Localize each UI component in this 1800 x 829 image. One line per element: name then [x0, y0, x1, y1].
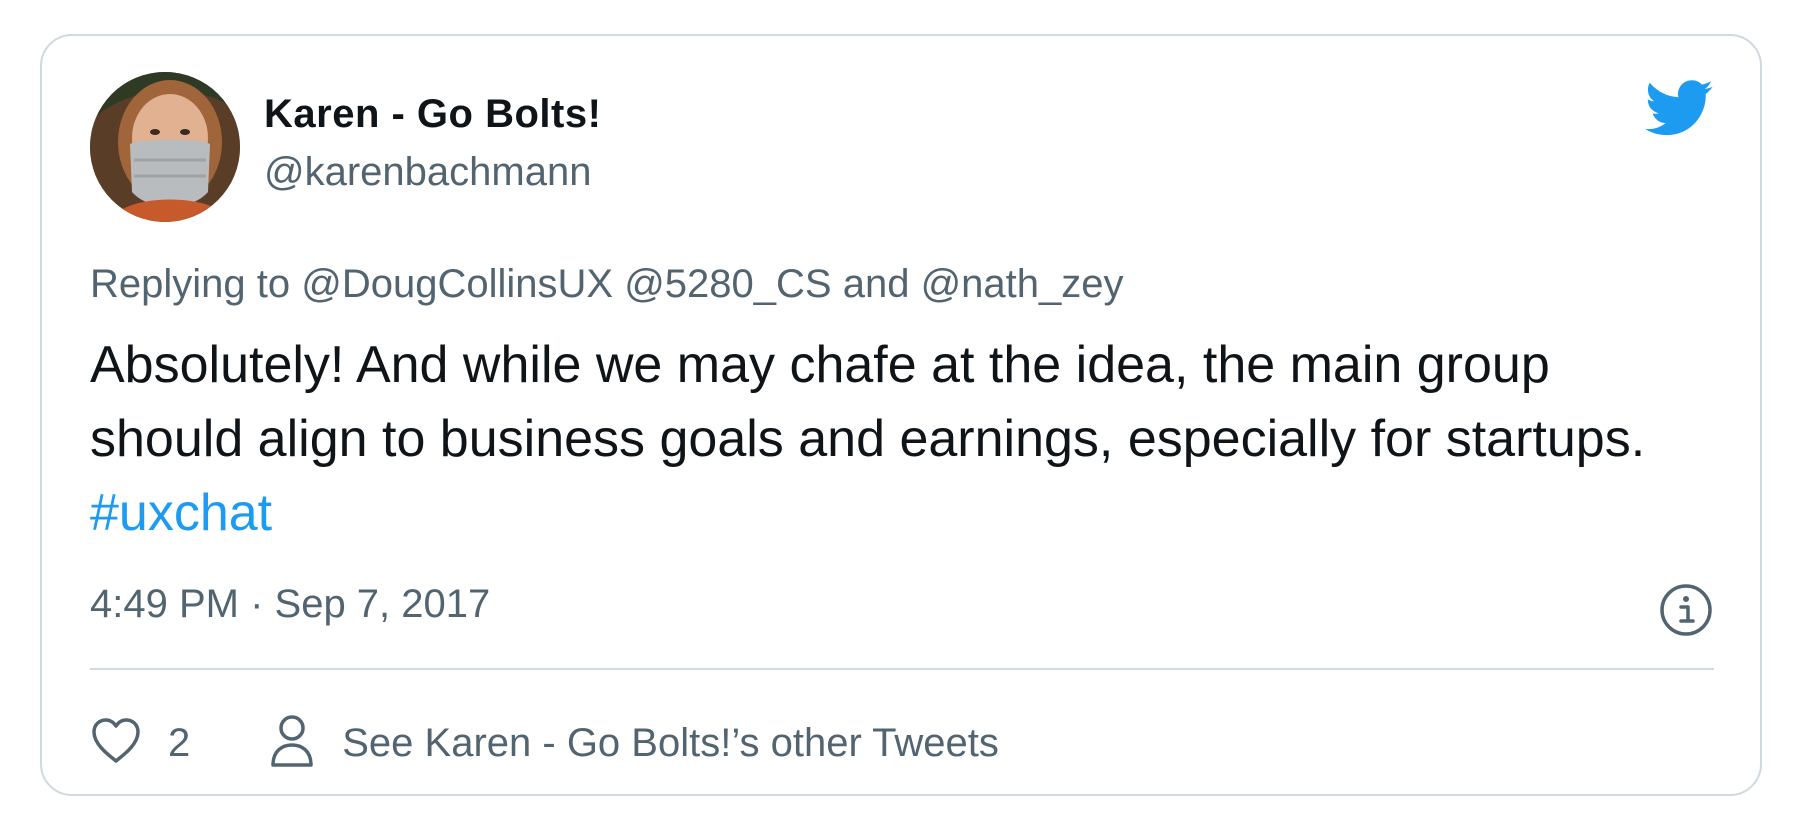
tweet-text: Absolutely! And while we may chafe at th… [90, 328, 1710, 550]
author-display-name[interactable]: Karen - Go Bolts! [264, 92, 601, 137]
like-button[interactable]: 2 [90, 717, 190, 770]
tweet-timestamp[interactable]: 4:49 PM · Sep 7, 2017 [90, 582, 490, 627]
twitter-bird-icon[interactable] [1642, 78, 1714, 136]
other-tweets-label: See Karen - Go Bolts!’s other Tweets [342, 720, 999, 765]
hashtag-link[interactable]: #uxchat [90, 484, 272, 542]
reply-context: Replying to @DougCollinsUX @5280_CS and … [90, 262, 1124, 307]
see-other-tweets-link[interactable]: See Karen - Go Bolts!’s other Tweets [268, 713, 999, 774]
mention-link-dougcollinsux[interactable]: @DougCollinsUX [301, 262, 613, 306]
mention-link-5280-cs[interactable]: @5280_CS [624, 262, 831, 306]
person-icon [268, 713, 316, 774]
tweet-body: Absolutely! And while we may chafe at th… [90, 336, 1646, 468]
like-count: 2 [168, 720, 191, 765]
avatar[interactable] [90, 72, 240, 222]
heart-icon [90, 717, 142, 770]
tweet-actions: 2 See Karen - Go Bolts!’s other Tweets [90, 708, 999, 778]
info-icon[interactable] [1658, 582, 1714, 638]
reply-prefix: Replying to [90, 262, 302, 306]
author-handle[interactable]: @karenbachmann [264, 150, 591, 195]
reply-joiner: and [831, 262, 921, 306]
mention-link-nath-zey[interactable]: @nath_zey [921, 262, 1124, 306]
tweet-card[interactable]: Karen - Go Bolts! @karenbachmann Replyin… [40, 34, 1762, 796]
divider [90, 668, 1714, 670]
